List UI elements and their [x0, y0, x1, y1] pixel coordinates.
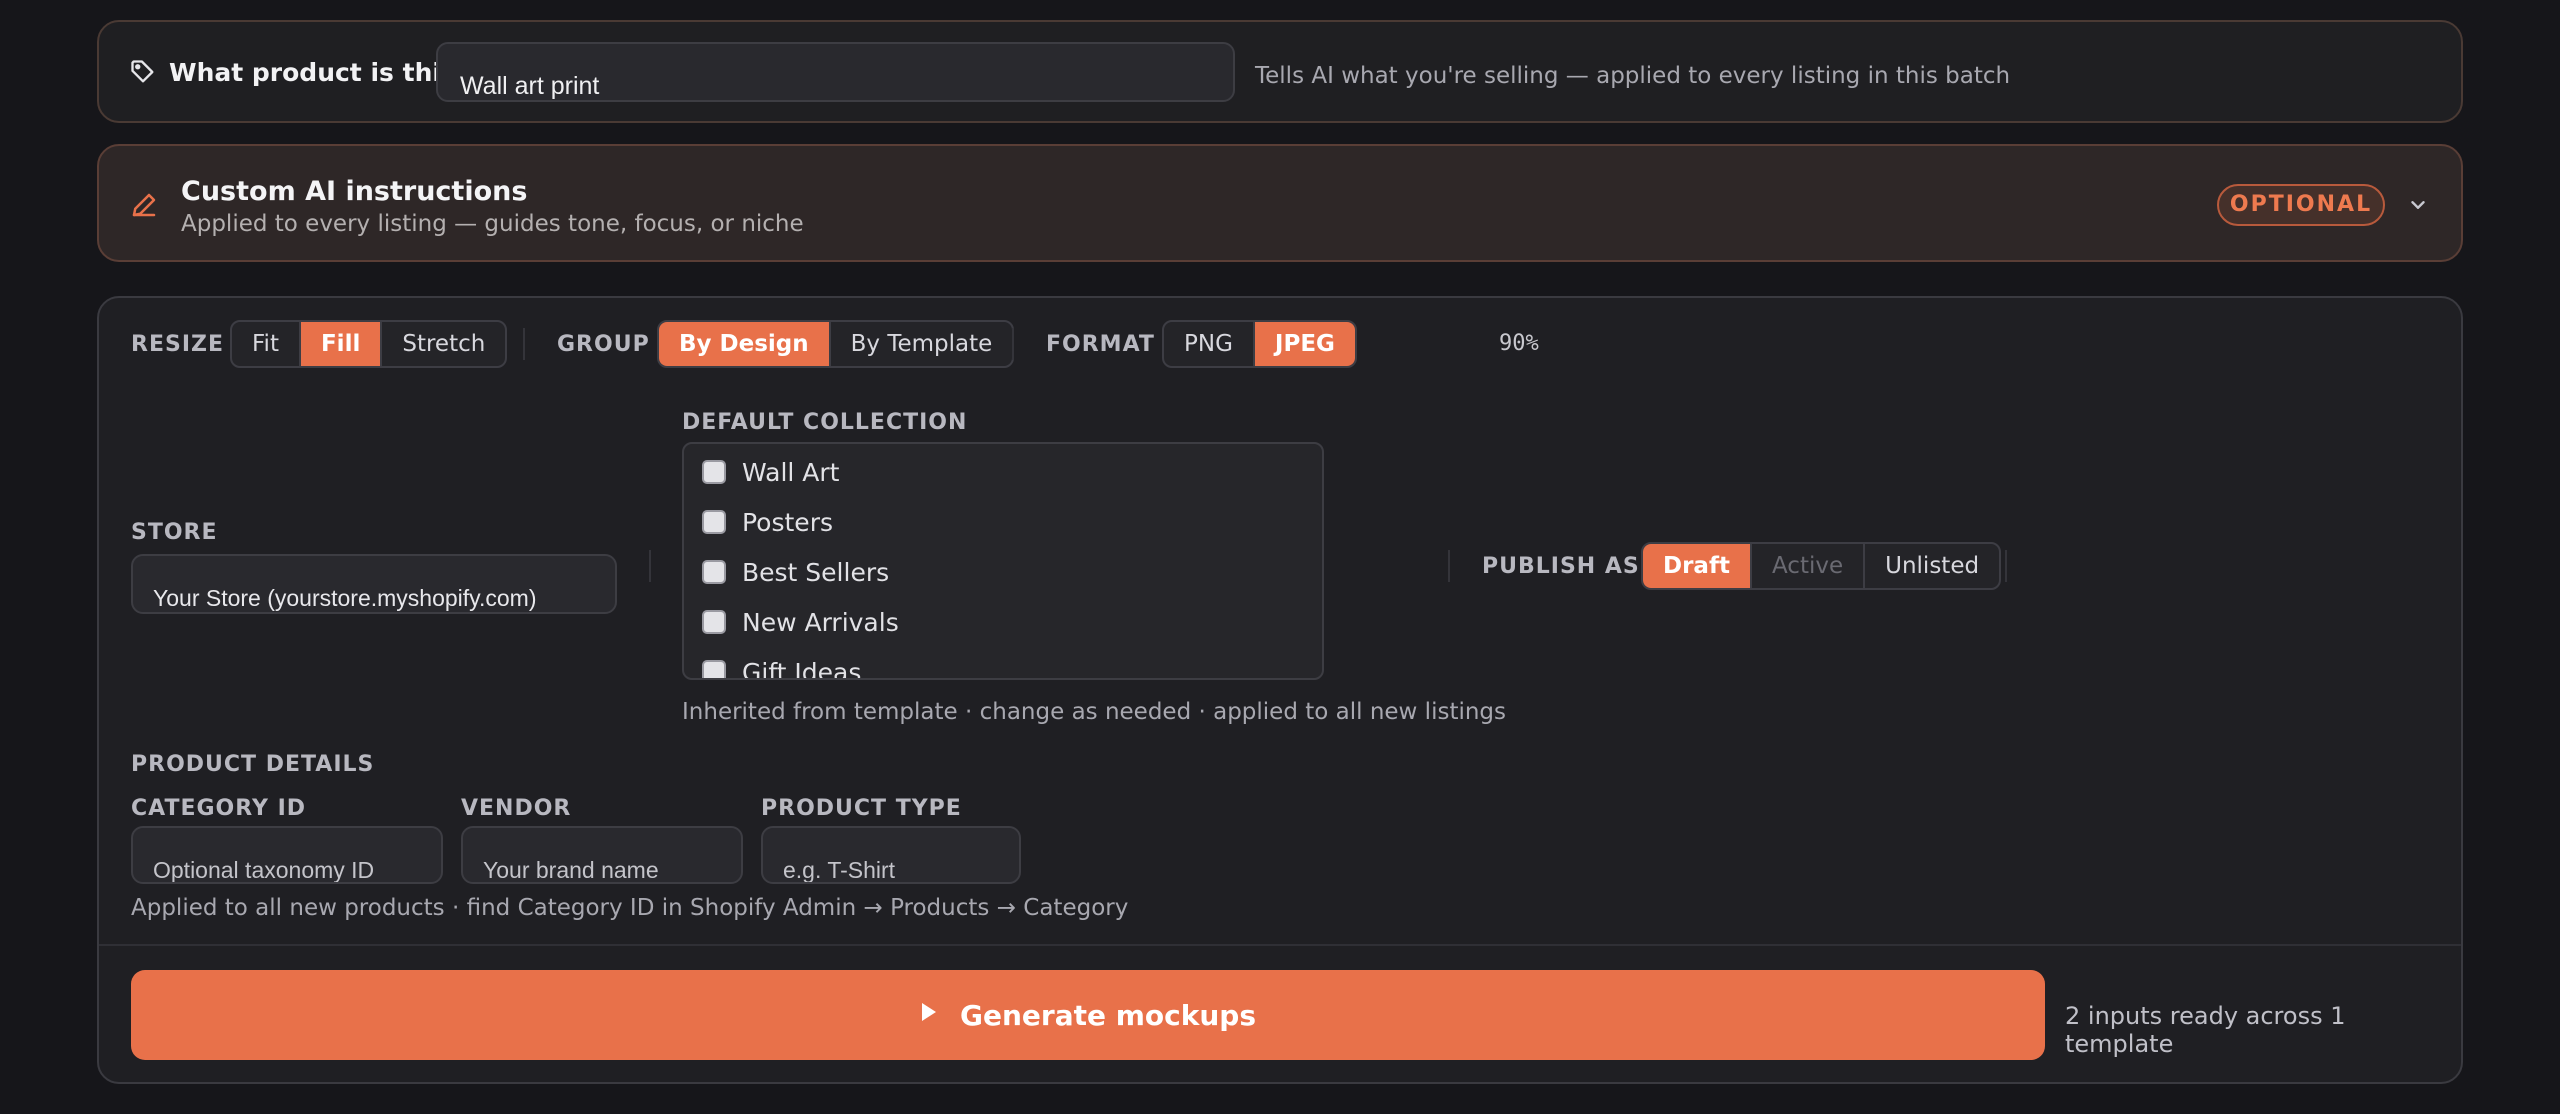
resize-label: RESIZE: [131, 332, 224, 357]
collection-checkbox[interactable]: [702, 660, 726, 678]
group-option-by-template[interactable]: By Template: [831, 322, 1013, 366]
format-segmented-control: PNG JPEG: [1162, 320, 1357, 368]
divider: [649, 550, 651, 582]
collection-checkbox[interactable]: [702, 510, 726, 534]
instructions-title: Custom AI instructions: [181, 176, 528, 207]
product-type-field[interactable]: e.g. T-Shirt: [761, 826, 1021, 884]
section-divider: [99, 944, 2461, 946]
generate-mockups-button[interactable]: Generate mockups: [131, 970, 2045, 1060]
ready-status: 2 inputs ready across 1 template: [2065, 1002, 2346, 1058]
product-card: What product is this? Wall art print Tel…: [97, 20, 2463, 123]
divider: [1448, 550, 1450, 582]
format-label: FORMAT: [1046, 332, 1155, 357]
divider: [523, 328, 525, 360]
collection-item[interactable]: Gift Ideas: [702, 652, 862, 680]
resize-option-fit[interactable]: Fit: [232, 322, 301, 366]
publish-option-active[interactable]: Active: [1752, 544, 1866, 588]
optional-badge: OPTIONAL: [2217, 184, 2385, 226]
collection-item[interactable]: Posters: [702, 502, 833, 542]
default-collection-label: DEFAULT COLLECTION: [682, 410, 968, 435]
collection-item-label: Posters: [742, 507, 833, 537]
product-details-label: PRODUCT DETAILS: [131, 752, 375, 777]
collection-item-label: Gift Ideas: [742, 657, 862, 680]
publish-option-draft[interactable]: Draft: [1643, 544, 1752, 588]
collection-checkbox[interactable]: [702, 560, 726, 584]
store-label: STORE: [131, 520, 218, 545]
collection-checkbox[interactable]: [702, 610, 726, 634]
group-segmented-control: By Design By Template: [657, 320, 1015, 368]
collection-item[interactable]: Best Sellers: [702, 552, 889, 592]
settings-card: RESIZE Fit Fill Stretch GROUP By Design …: [97, 296, 2463, 1084]
product-details-note: Applied to all new products · find Categ…: [131, 895, 1129, 921]
chevron-down-icon[interactable]: [2407, 194, 2429, 216]
resize-segmented-control: Fit Fill Stretch: [230, 320, 508, 368]
group-label: GROUP: [557, 332, 650, 357]
group-option-by-design[interactable]: By Design: [659, 322, 831, 366]
divider: [1012, 328, 1014, 360]
generate-button-label: Generate mockups: [960, 998, 1256, 1032]
publish-as-label: PUBLISH AS: [1482, 554, 1640, 579]
publish-segmented-control: Draft Active Unlisted: [1641, 542, 2002, 590]
custom-instructions-card[interactable]: Custom AI instructions Applied to every …: [97, 144, 2463, 262]
product-type-label: PRODUCT TYPE: [761, 796, 962, 821]
tag-icon: [131, 60, 154, 83]
collection-item-label: Wall Art: [742, 457, 840, 487]
play-icon: [922, 1003, 936, 1021]
format-option-png[interactable]: PNG: [1164, 322, 1255, 366]
collection-item-label: New Arrivals: [742, 607, 899, 637]
vendor-input[interactable]: Your brand name: [461, 826, 743, 884]
product-question-label: What product is this?: [169, 58, 471, 87]
collection-checkbox[interactable]: [702, 460, 726, 484]
jpeg-quality-value: 90%: [1499, 331, 1539, 356]
collection-list[interactable]: Wall Art Posters Best Sellers New Arriva…: [682, 442, 1324, 680]
collection-note: Inherited from template · change as need…: [682, 699, 1507, 725]
collection-item[interactable]: Wall Art: [702, 452, 839, 492]
store-select[interactable]: Your Store (yourstore.myshopify.com): [131, 554, 617, 614]
vendor-label: VENDOR: [461, 796, 572, 821]
divider: [2005, 550, 2007, 582]
instructions-subtitle: Applied to every listing — guides tone, …: [181, 211, 804, 237]
product-type-input[interactable]: Wall art print: [436, 42, 1235, 102]
category-id-label: CATEGORY ID: [131, 796, 307, 821]
publish-option-unlisted[interactable]: Unlisted: [1865, 544, 1999, 588]
collection-item-label: Best Sellers: [742, 557, 890, 587]
collection-item[interactable]: New Arrivals: [702, 602, 899, 642]
category-id-input[interactable]: Optional taxonomy ID: [131, 826, 443, 884]
pencil-icon: [132, 193, 156, 217]
format-option-jpeg[interactable]: JPEG: [1254, 322, 1355, 366]
product-hint: Tells AI what you're selling — applied t…: [1255, 63, 2011, 89]
resize-option-stretch[interactable]: Stretch: [382, 322, 505, 366]
resize-option-fill[interactable]: Fill: [300, 322, 383, 366]
